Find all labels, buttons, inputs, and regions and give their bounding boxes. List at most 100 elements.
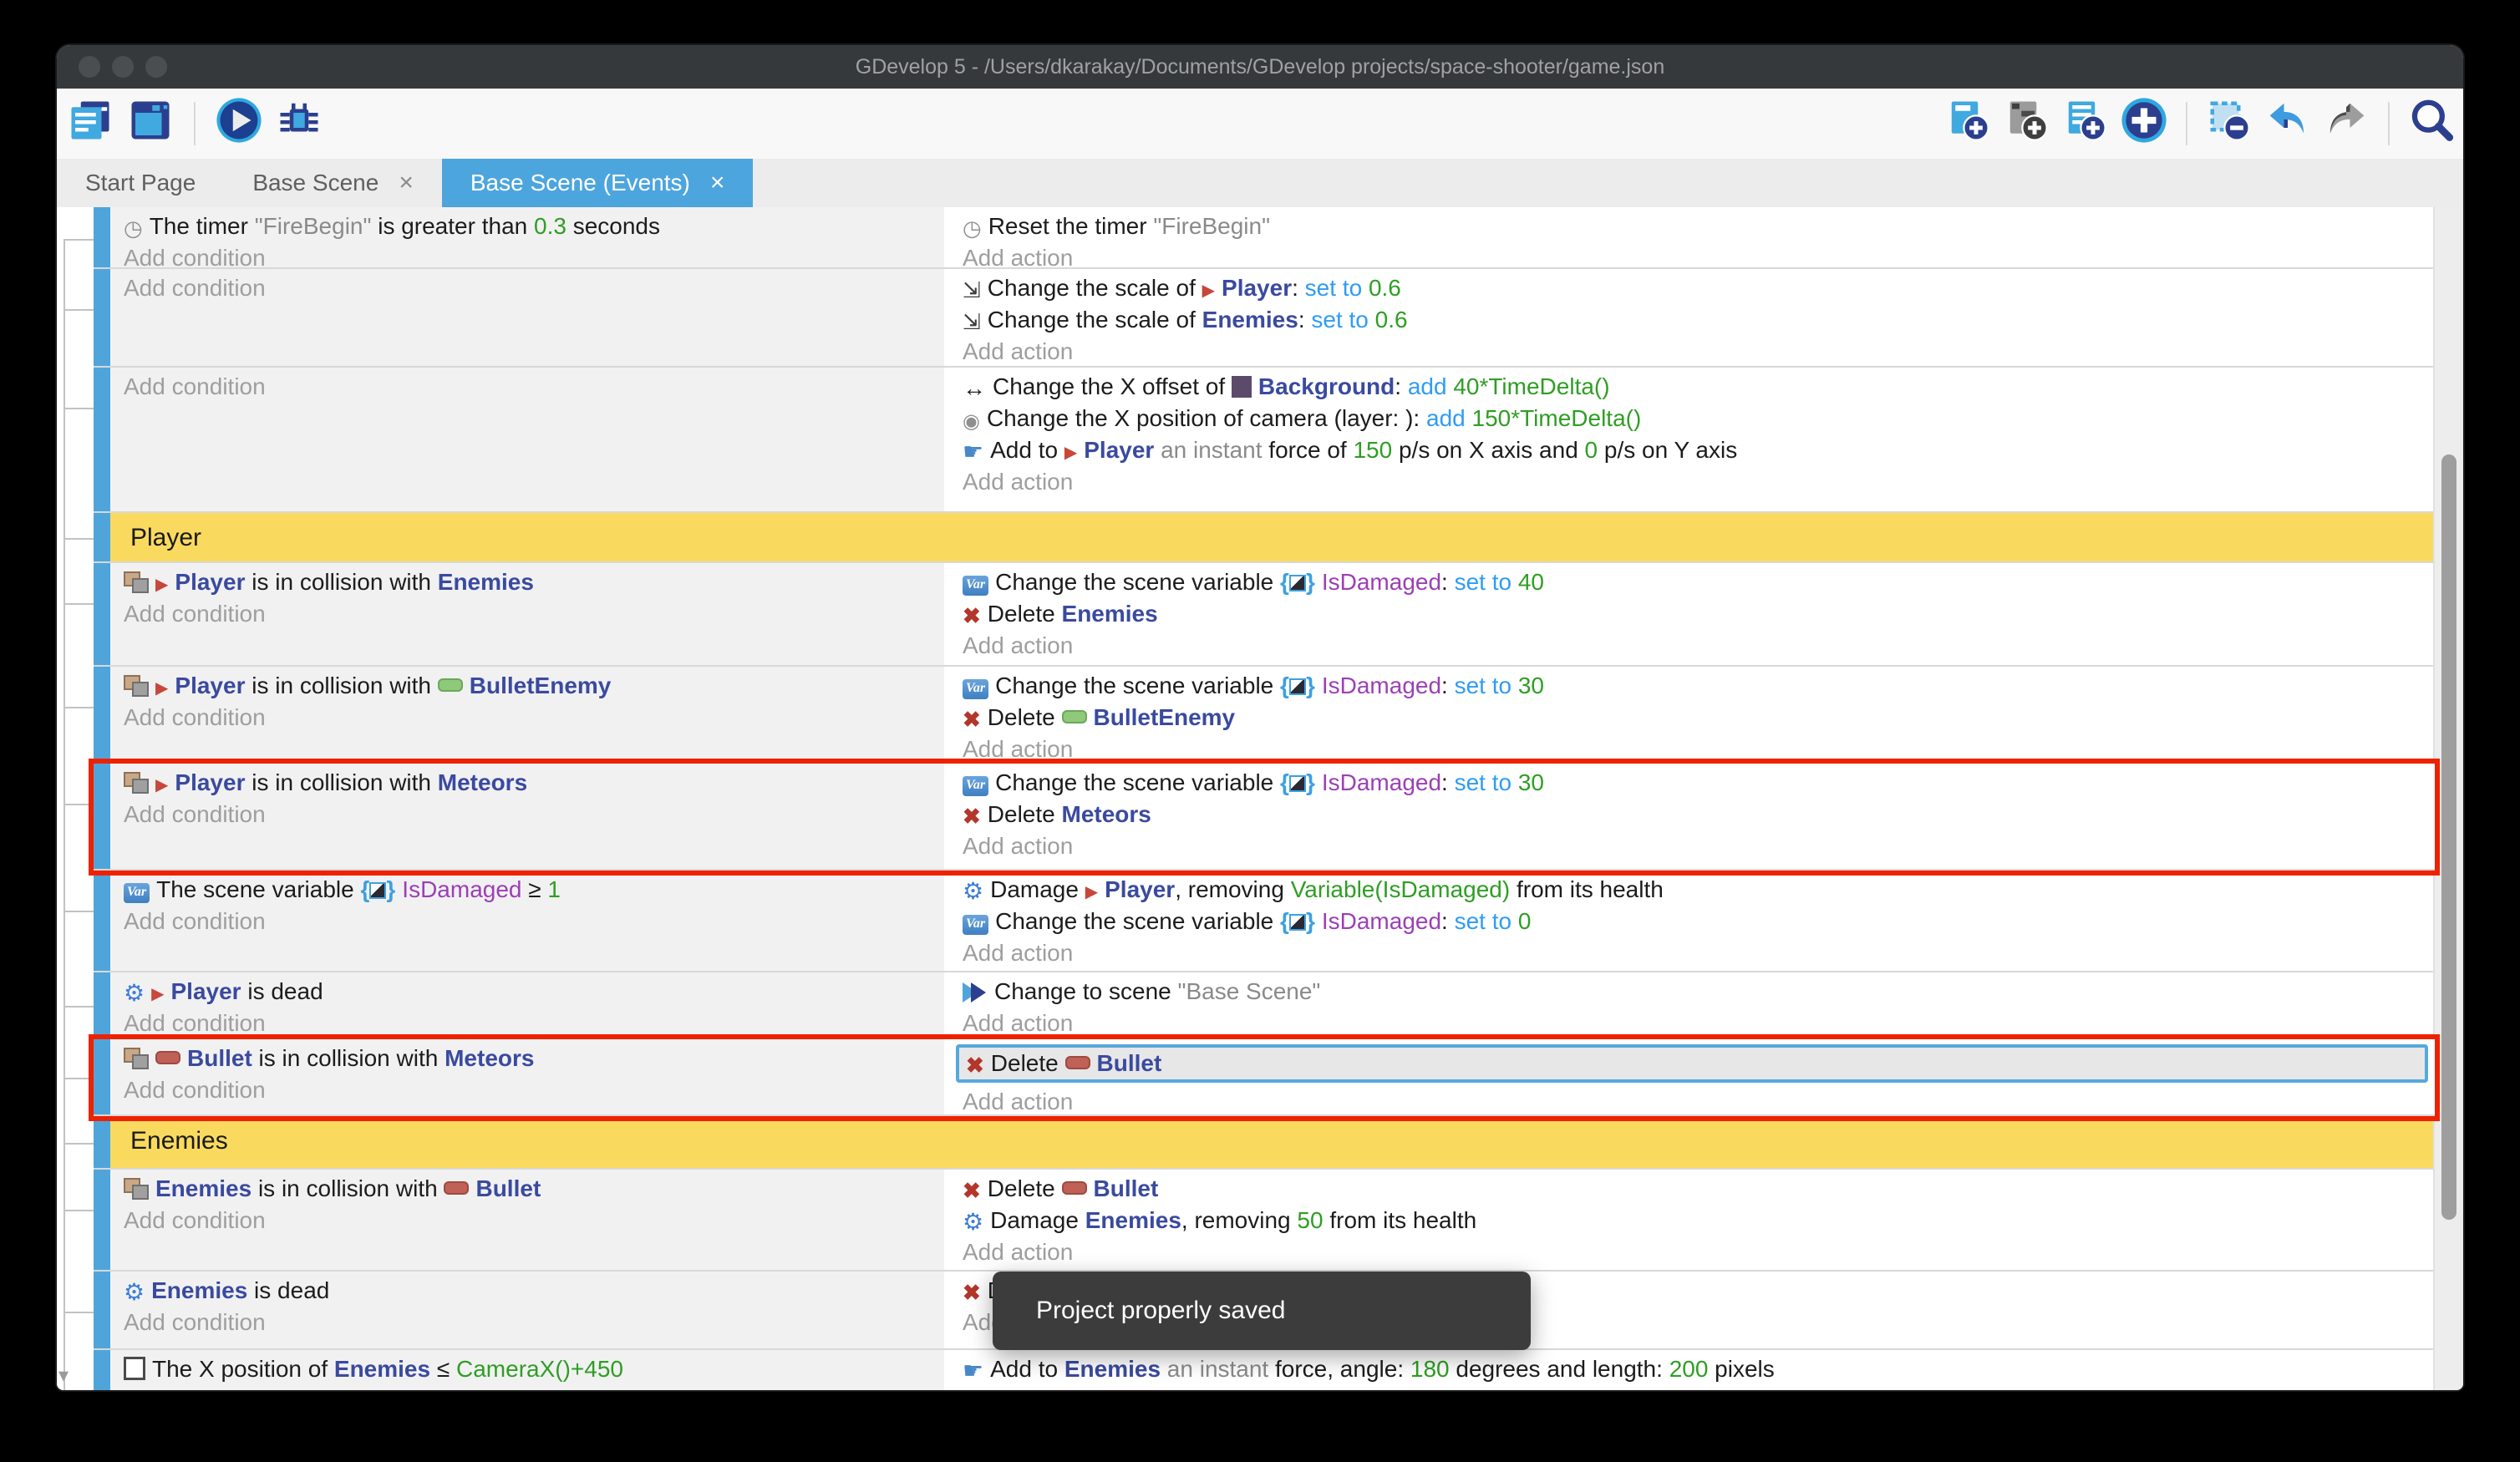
add-event-choose-button[interactable] [2121, 100, 2167, 147]
actions-cell[interactable]: ☛Add to Enemies an instant force, angle:… [948, 1350, 2435, 1390]
conditions-cell[interactable]: ▶Player is in collision with MeteorsAdd … [110, 764, 948, 869]
event-handle[interactable] [94, 368, 110, 511]
add-condition-button[interactable]: Add condition [124, 702, 944, 734]
condition-line[interactable]: ▶Player is in collision with Enemies [124, 566, 944, 598]
actions-cell[interactable]: ✖Delete Bullet⚙Damage Enemies, removing … [948, 1170, 2435, 1270]
add-comment-button[interactable] [2062, 100, 2109, 147]
conditions-cell[interactable]: VarThe scene variable {}IsDamaged ≥ 1Add… [110, 871, 948, 971]
condition-line[interactable]: ⚙Enemies is dead [124, 1275, 944, 1307]
group-header-enemies[interactable]: Enemies [110, 1116, 2435, 1168]
conditions-cell[interactable]: Add condition [110, 368, 948, 511]
add-action-button[interactable]: Add action [963, 242, 2435, 267]
action-line[interactable]: ⚙Damage Enemies, removing 50 from its he… [963, 1205, 2435, 1236]
conditions-cell[interactable]: ▶Player is in collision with BulletEnemy… [110, 667, 948, 762]
add-condition-button[interactable]: Add condition [124, 1307, 944, 1338]
action-line[interactable]: ↔Change the X offset of Background: add … [963, 371, 2435, 403]
conditions-cell[interactable]: ⚙▶Player is deadAdd condition [110, 972, 948, 1038]
tab-start-page[interactable]: Start Page [57, 159, 224, 207]
add-condition-button[interactable]: Add condition [124, 799, 944, 830]
action-line[interactable]: ☛Add to Enemies an instant force, angle:… [963, 1353, 2435, 1385]
selected-action[interactable]: ✖Delete Bullet [956, 1044, 2428, 1083]
preview-play-button[interactable] [216, 100, 262, 147]
actions-cell[interactable]: ✖Delete Bullet Add action [948, 1039, 2435, 1114]
add-event-button[interactable] [1945, 100, 1992, 147]
event-handle[interactable] [94, 207, 110, 267]
action-line[interactable]: ◷Reset the timer "FireBegin" [963, 211, 2435, 242]
conditions-cell[interactable]: Bullet is in collision with MeteorsAdd c… [110, 1039, 948, 1114]
event-handle[interactable] [94, 1039, 110, 1114]
delete-selected-button[interactable] [2206, 100, 2253, 147]
actions-cell[interactable]: Change to scene "Base Scene"Add action [948, 972, 2435, 1038]
close-tab-icon[interactable]: × [710, 170, 725, 195]
action-line[interactable]: Change to scene "Base Scene" [963, 976, 2435, 1008]
event-handle[interactable] [94, 513, 110, 561]
action-line[interactable]: ⚙Damage ▶Player, removing Variable(IsDam… [963, 874, 2435, 906]
search-button[interactable] [2408, 100, 2455, 147]
add-condition-button[interactable]: Add condition [124, 1205, 944, 1236]
actions-cell[interactable]: VarChange the scene variable {}IsDamaged… [948, 667, 2435, 762]
action-line[interactable]: VarChange the scene variable {}IsDamaged… [963, 906, 2435, 937]
conditions-cell[interactable]: ▶Player is in collision with EnemiesAdd … [110, 563, 948, 665]
conditions-cell[interactable]: Add condition [110, 269, 948, 366]
condition-line[interactable]: Enemies is in collision with Bullet [124, 1173, 944, 1205]
condition-line[interactable]: ▶Player is in collision with BulletEnemy [124, 670, 944, 702]
event-handle[interactable] [94, 667, 110, 762]
project-manager-button[interactable] [67, 100, 114, 147]
add-action-button[interactable]: Add action [963, 1385, 2435, 1390]
actions-cell[interactable]: ↔Change the X offset of Background: add … [948, 368, 2435, 511]
event-handle[interactable] [94, 563, 110, 665]
condition-line[interactable]: ◷The timer "FireBegin" is greater than 0… [124, 211, 944, 242]
add-condition-button[interactable]: Add condition [124, 1074, 944, 1106]
action-line[interactable]: ☛Add to ▶Player an instant force of 150 … [963, 434, 2435, 466]
action-line[interactable]: ✖Delete Bullet [963, 1173, 2435, 1205]
action-line[interactable]: ⇲Change the scale of Enemies: set to 0.6 [963, 304, 2435, 336]
add-action-button[interactable]: Add action [963, 734, 2435, 762]
scene-editor-button[interactable] [127, 100, 174, 147]
event-handle[interactable] [94, 1272, 110, 1348]
add-condition-button[interactable]: Add condition [124, 242, 944, 267]
event-handle[interactable] [94, 269, 110, 366]
tab-base-scene-events[interactable]: Base Scene (Events)× [442, 159, 754, 207]
actions-cell[interactable]: VarChange the scene variable {}IsDamaged… [948, 764, 2435, 869]
action-line[interactable]: ✖Delete Enemies [963, 598, 2435, 630]
scrollbar-thumb[interactable] [2441, 454, 2456, 1220]
event-handle[interactable] [94, 1116, 110, 1168]
add-action-button[interactable]: Add action [963, 1086, 2435, 1114]
close-tab-icon[interactable]: × [399, 170, 414, 195]
condition-line[interactable]: VarThe scene variable {}IsDamaged ≥ 1 [124, 874, 944, 906]
event-handle[interactable] [94, 972, 110, 1038]
redo-button[interactable] [2323, 100, 2370, 147]
add-condition-button[interactable]: Add condition [124, 598, 944, 630]
add-action-button[interactable]: Add action [963, 336, 2435, 366]
action-line[interactable]: ✖Delete Bullet [966, 1048, 2425, 1079]
condition-line[interactable]: ⚙▶Player is dead [124, 976, 944, 1008]
conditions-cell[interactable]: Enemies is in collision with BulletAdd c… [110, 1170, 948, 1270]
actions-cell[interactable]: ⚙Damage ▶Player, removing Variable(IsDam… [948, 871, 2435, 971]
add-action-button[interactable]: Add action [963, 830, 2435, 862]
event-handle[interactable] [94, 1350, 110, 1390]
add-action-button[interactable]: Add action [963, 1008, 2435, 1038]
add-condition-button[interactable]: Add condition [124, 1008, 944, 1038]
add-condition-button[interactable]: Add condition [124, 272, 944, 304]
add-condition-button[interactable]: Add condition [124, 371, 944, 403]
action-line[interactable]: ✖Delete BulletEnemy [963, 702, 2435, 734]
add-action-button[interactable]: Add action [963, 466, 2435, 498]
vertical-scrollbar[interactable] [2433, 207, 2463, 1390]
group-header-player[interactable]: Player [110, 513, 2435, 561]
add-action-button[interactable]: Add action [963, 1236, 2435, 1268]
add-subevent-button[interactable] [2004, 100, 2050, 147]
actions-cell[interactable]: VarChange the scene variable {}IsDamaged… [948, 563, 2435, 665]
action-line[interactable]: VarChange the scene variable {}IsDamaged… [963, 767, 2435, 799]
add-action-button[interactable]: Add action [963, 630, 2435, 662]
undo-button[interactable] [2264, 100, 2311, 147]
actions-cell[interactable]: ◷Reset the timer "FireBegin"Add action [948, 207, 2435, 267]
add-action-button[interactable]: Add action [963, 937, 2435, 969]
event-handle[interactable] [94, 1170, 110, 1270]
event-handle[interactable] [94, 764, 110, 869]
conditions-cell[interactable]: The X position of Enemies ≤ CameraX()+45… [110, 1350, 948, 1390]
action-line[interactable]: ✖Delete Meteors [963, 799, 2435, 830]
add-condition-button[interactable]: Add condition [124, 1385, 944, 1390]
action-line[interactable]: ⇲Change the scale of ▶Player: set to 0.6 [963, 272, 2435, 304]
event-handle[interactable] [94, 871, 110, 971]
action-line[interactable]: ◉Change the X position of camera (layer:… [963, 403, 2435, 434]
